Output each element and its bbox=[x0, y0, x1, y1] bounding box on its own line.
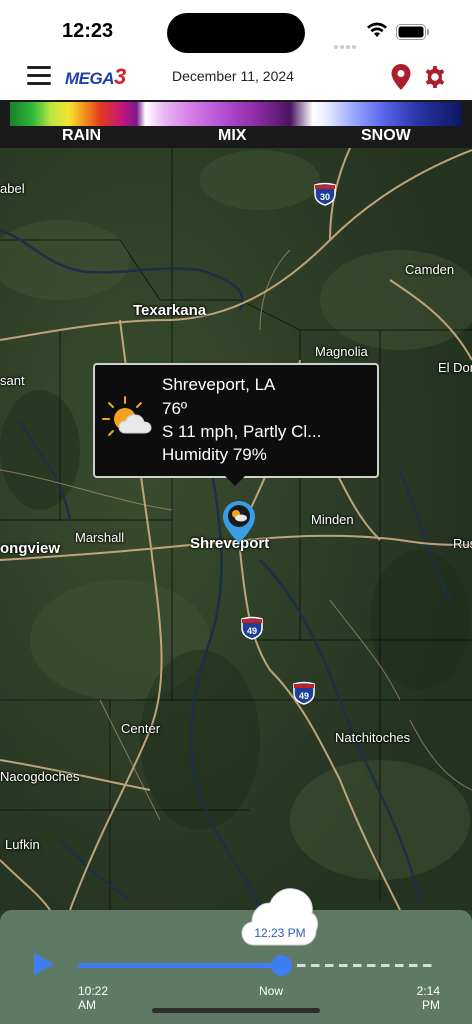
city-label: Center bbox=[121, 721, 161, 736]
wifi-icon bbox=[367, 22, 387, 37]
status-bar: 12:23 bbox=[0, 0, 472, 56]
battery-icon bbox=[396, 24, 429, 40]
app-logo: MEGA3 bbox=[65, 64, 126, 89]
dynamic-island bbox=[167, 13, 305, 53]
interstate-shield-49: 49 bbox=[241, 616, 263, 640]
timeline-now-label: Now bbox=[258, 984, 283, 998]
cellular-signal-icon bbox=[334, 36, 362, 49]
timeline-start-label: 10:22 AM bbox=[78, 984, 109, 1012]
timeline-slider-thumb[interactable] bbox=[270, 955, 292, 976]
city-label: Marshall bbox=[75, 530, 125, 545]
header-date: December 11, 2024 bbox=[172, 68, 294, 84]
location-marker-icon[interactable] bbox=[222, 500, 256, 544]
city-label: El Dor bbox=[438, 360, 472, 375]
city-label: ongview bbox=[0, 540, 61, 557]
city-label: Rus bbox=[453, 536, 472, 551]
current-time-label: 12:23 PM bbox=[254, 926, 306, 940]
legend-label-mix: MIX bbox=[218, 127, 247, 144]
precipitation-legend: RAIN MIX SNOW bbox=[0, 100, 472, 148]
partly-cloudy-icon bbox=[102, 396, 152, 436]
city-label: Lufkin bbox=[5, 837, 40, 852]
popup-pointer bbox=[225, 476, 245, 486]
city-label: Minden bbox=[311, 512, 354, 527]
svg-text:30: 30 bbox=[320, 192, 330, 202]
app-header: MEGA3 December 11, 2024 bbox=[0, 56, 472, 100]
popup-humidity: Humidity 79% bbox=[162, 445, 267, 464]
gear-icon[interactable] bbox=[423, 65, 447, 89]
svg-text:49: 49 bbox=[299, 691, 309, 701]
play-icon[interactable] bbox=[33, 952, 55, 976]
legend-label-rain: RAIN bbox=[62, 127, 102, 144]
status-time: 12:23 bbox=[62, 20, 114, 42]
timeline-progress bbox=[78, 963, 281, 968]
city-label: Natchitoches bbox=[335, 730, 411, 745]
city-label: sant bbox=[0, 373, 25, 388]
timeline-future-track bbox=[282, 964, 434, 967]
city-label: Nacogdoches bbox=[0, 769, 80, 784]
popup-temperature: 76º bbox=[162, 399, 188, 418]
svg-text:49: 49 bbox=[247, 626, 257, 636]
popup-wind-condition: S 11 mph, Partly Cl... bbox=[162, 422, 322, 441]
interstate-shield-30: 30 bbox=[314, 182, 336, 206]
city-label: Camden bbox=[405, 262, 455, 277]
interstate-shield-49: 49 bbox=[293, 681, 315, 705]
legend-label-snow: SNOW bbox=[361, 127, 411, 144]
menu-icon[interactable] bbox=[27, 66, 51, 88]
location-pin-icon[interactable] bbox=[391, 64, 411, 90]
city-label: Texarkana bbox=[133, 302, 207, 319]
timeline-end-label: 2:14 PM bbox=[416, 984, 440, 1012]
popup-location: Shreveport, LA bbox=[162, 375, 276, 394]
weather-popup[interactable]: Shreveport, LA 76º S 11 mph, Partly Cl..… bbox=[93, 363, 379, 478]
legend-color-scale bbox=[10, 102, 462, 126]
city-label: Magnolia bbox=[315, 344, 368, 359]
timeline-panel: 10:22 AM Now 2:14 PM bbox=[0, 910, 472, 1024]
city-label: abel bbox=[0, 181, 25, 196]
home-indicator[interactable] bbox=[152, 1008, 320, 1013]
